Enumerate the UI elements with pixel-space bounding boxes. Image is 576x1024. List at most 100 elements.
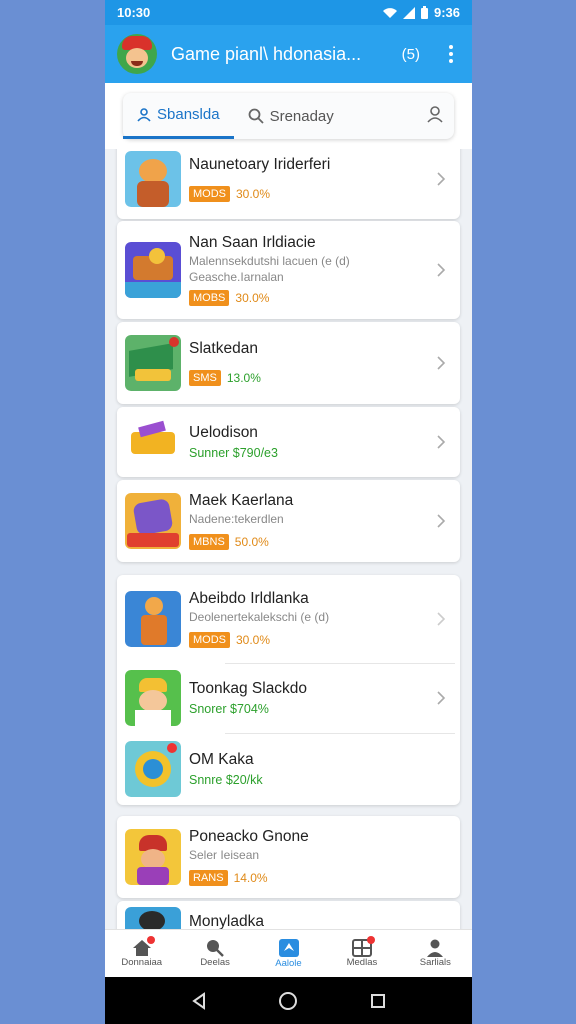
nav-games[interactable]: Aalole: [252, 930, 325, 977]
list-item[interactable]: Nan Saan Irldiacie Malennsekdutshi lacue…: [117, 221, 460, 319]
tab-bar: Sbanslda Srenaday: [123, 93, 454, 139]
notification-dot: [367, 936, 376, 944]
nav-media[interactable]: Medlas: [325, 930, 398, 977]
recents-icon[interactable]: [370, 993, 386, 1009]
item-percent: 30.0%: [236, 187, 271, 201]
chevron-right-icon: [437, 263, 446, 277]
gamepad-icon: [278, 939, 299, 957]
chevron-right-icon: [437, 356, 446, 370]
home-circle-icon[interactable]: [278, 991, 298, 1011]
nav-label: Donnaiaa: [121, 957, 163, 968]
battery-icon: [420, 6, 428, 19]
nav-search[interactable]: Deelas: [178, 930, 251, 977]
item-subtitle: Deolenertekalekschi (e (d): [189, 610, 330, 624]
tab-sbanslda[interactable]: Sbanslda: [123, 93, 234, 139]
search-icon: [248, 108, 264, 124]
chevron-right-icon: [437, 691, 446, 705]
profile-icon[interactable]: [426, 105, 444, 123]
signal-icon: [402, 6, 415, 19]
item-name: OM Kaka: [189, 751, 254, 768]
nav-profile[interactable]: Sarlials: [399, 930, 472, 977]
chevron-right-icon: [437, 612, 446, 626]
more-menu-icon[interactable]: [442, 45, 460, 63]
game-thumbnail: [125, 670, 181, 726]
item-price: Snnre $20/kk: [189, 773, 263, 787]
game-thumbnail: [125, 829, 181, 885]
item-name: Uelodison: [189, 424, 258, 441]
nav-label: Deelas: [200, 957, 230, 968]
person-icon: [137, 107, 151, 122]
nav-home[interactable]: Donnaiaa: [105, 930, 178, 977]
item-percent: 30.0%: [235, 291, 270, 305]
item-name: Monyladka: [189, 913, 264, 929]
mod-badge: MOBS: [189, 290, 230, 306]
tab-label: Sbanslda: [157, 106, 220, 123]
person-icon: [427, 939, 444, 957]
app-bar: Game pianl\ hdonasia... (5): [105, 25, 472, 83]
game-thumbnail: [125, 741, 181, 797]
item-name: Poneacko Gnone: [189, 828, 309, 845]
tab-srenaday[interactable]: Srenaday: [234, 93, 348, 139]
chevron-right-icon: [437, 435, 446, 449]
game-thumbnail: [125, 151, 181, 207]
nav-label: Aalole: [275, 958, 302, 969]
game-thumbnail: [125, 414, 181, 470]
item-subtitle-2: Geasche.Iarnalan: [189, 270, 284, 284]
item-name: Naunetoary Iriderferi: [189, 156, 331, 173]
nav-label: Sarlials: [419, 957, 451, 968]
system-nav-bar: [105, 977, 472, 1024]
game-thumbnail: [125, 493, 181, 549]
bottom-nav: Donnaiaa Deelas Aalole Medlas Sarlials: [105, 929, 472, 977]
item-percent: 30.0%: [236, 633, 271, 647]
item-subtitle: Malennsekdutshi lacuen (e (d): [189, 254, 350, 268]
status-time-right: 9:36: [433, 5, 460, 20]
item-name: Maek Kaerlana: [189, 492, 294, 509]
list-item[interactable]: Uelodison Sunner $790/e3: [117, 407, 460, 477]
game-thumbnail: [125, 591, 181, 647]
nav-label: Medlas: [346, 957, 378, 968]
item-name: Nan Saan Irldiacie: [189, 234, 316, 251]
avatar[interactable]: [117, 34, 157, 74]
mod-badge: RANS: [189, 870, 228, 886]
phone-screen: 10:30 9:36 Game pianl\ hdonasia... (5) S…: [105, 0, 472, 1024]
mod-badge: MODS: [189, 632, 230, 648]
app-count: (5): [401, 45, 420, 63]
list-item[interactable]: Monyladka: [117, 907, 460, 929]
wifi-icon: [382, 7, 397, 18]
game-list: Naunetoary Iriderferi MODS 30.0% Nan Saa…: [105, 149, 472, 929]
mod-badge: MBNS: [189, 534, 229, 550]
search-icon: [207, 940, 224, 957]
item-name: Toonkag Slackdo: [189, 680, 308, 697]
game-thumbnail: [125, 242, 181, 298]
item-percent: 13.0%: [226, 371, 261, 385]
mod-badge: MODS: [189, 186, 230, 202]
list-item[interactable]: Poneacko Gnone Seler Ieisean RANS 14.0%: [117, 816, 460, 898]
tab-label: Srenaday: [269, 107, 334, 125]
list-item[interactable]: Abeibdo Irldlanka Deolenertekalekschi (e…: [117, 575, 460, 663]
status-bar: 10:30 9:36: [105, 0, 472, 25]
chevron-right-icon: [437, 514, 446, 528]
item-name: Abeibdo Irldlanka: [189, 590, 309, 607]
item-percent: 50.0%: [234, 535, 269, 549]
notification-dot: [147, 936, 155, 944]
item-name: Slatkedan: [189, 340, 258, 357]
mod-badge: SMS: [189, 370, 221, 386]
tab-container: Sbanslda Srenaday: [105, 83, 472, 149]
back-icon[interactable]: [191, 991, 207, 1010]
list-item[interactable]: Slatkedan SMS 13.0%: [117, 322, 460, 404]
game-thumbnail: [125, 907, 181, 929]
app-title: Game pianl\ hdonasia...: [171, 43, 362, 64]
item-subtitle: Seler Ieisean: [189, 848, 260, 862]
item-price: Snorer $704%: [189, 702, 269, 716]
list-item[interactable]: Naunetoary Iriderferi MODS 30.0%: [117, 149, 460, 215]
list-item[interactable]: OM Kaka Snnre $20/kk: [117, 735, 460, 803]
item-percent: 14.0%: [233, 871, 268, 885]
list-item[interactable]: Maek Kaerlana Nadene:tekerdlen MBNS 50.0…: [117, 480, 460, 562]
game-thumbnail: [125, 335, 181, 391]
item-price: Sunner $790/e3: [189, 446, 278, 460]
chevron-right-icon: [437, 172, 446, 186]
status-time: 10:30: [117, 5, 151, 20]
item-subtitle: Nadene:tekerdlen: [189, 512, 284, 526]
list-item[interactable]: Toonkag Slackdo Snorer $704%: [117, 663, 460, 733]
divider: [225, 733, 455, 734]
